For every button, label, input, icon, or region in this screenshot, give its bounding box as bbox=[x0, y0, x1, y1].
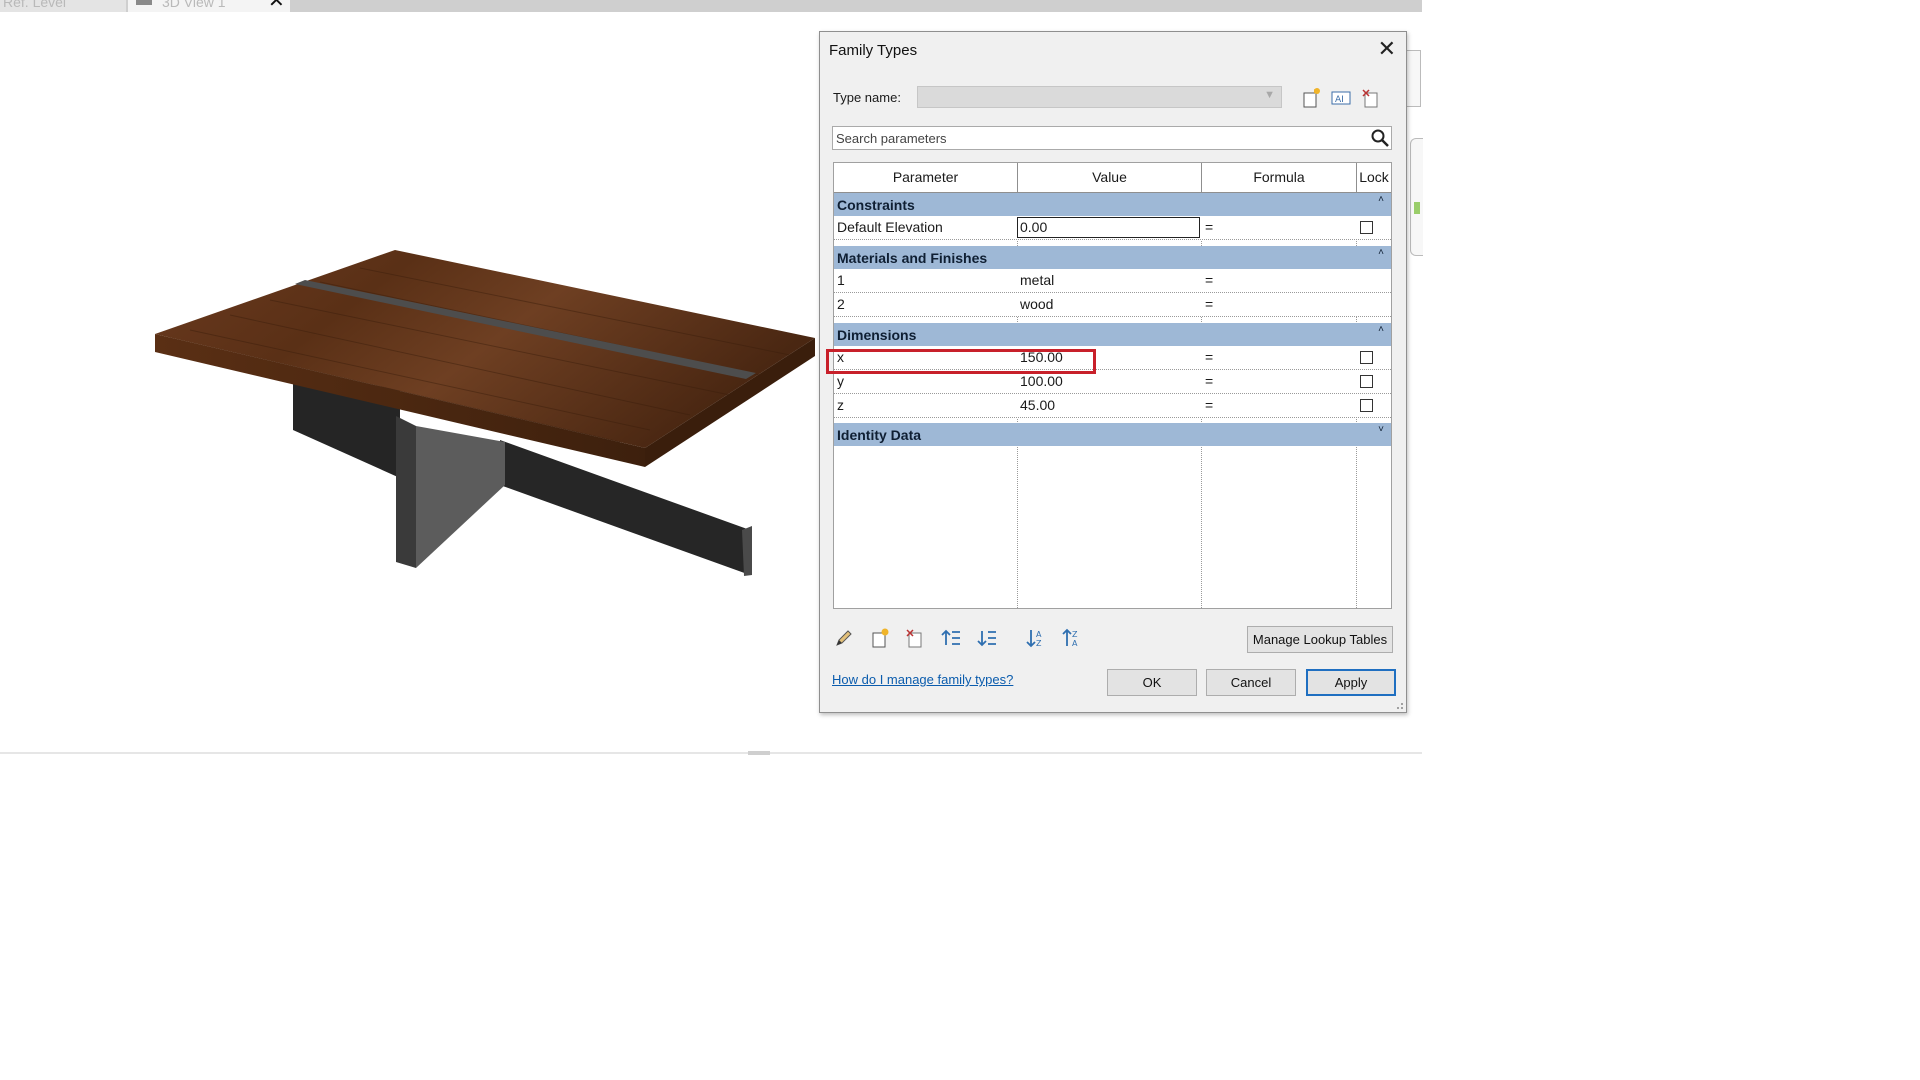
collapse-icon[interactable]: ˄ bbox=[1378, 247, 1384, 258]
tab-3d-view-1[interactable]: 3D View 1 bbox=[128, 0, 290, 12]
param-name: 1 bbox=[837, 272, 845, 288]
group-constraints[interactable]: Constraints ˄ bbox=[834, 193, 1391, 216]
view-cube-dock[interactable] bbox=[1406, 50, 1421, 107]
param-name: y bbox=[837, 373, 844, 389]
param-value[interactable]: 100.00 bbox=[1018, 370, 1200, 393]
move-up-icon[interactable] bbox=[940, 627, 962, 649]
viewport-bottom-border bbox=[0, 752, 1422, 754]
dialog-title: Family Types bbox=[829, 42, 918, 59]
group-label: Identity Data bbox=[837, 427, 922, 443]
search-icon[interactable] bbox=[1370, 128, 1390, 148]
svg-text:Z: Z bbox=[1072, 630, 1078, 639]
view-tab-strip: Ref. Level 3D View 1 ✕ bbox=[0, 0, 1422, 12]
lock-checkbox[interactable] bbox=[1360, 399, 1373, 412]
sort-ascending-icon[interactable]: A Z bbox=[1024, 627, 1046, 649]
param-row-material-1[interactable]: 1 metal = bbox=[834, 269, 1391, 293]
param-row-x[interactable]: x 150.00 = bbox=[834, 346, 1391, 370]
chevron-down-icon: ▼ bbox=[1264, 89, 1275, 101]
sort-descending-icon[interactable]: Z A bbox=[1060, 627, 1082, 649]
param-formula[interactable]: = bbox=[1203, 346, 1355, 369]
svg-text:A: A bbox=[1036, 630, 1042, 639]
param-value[interactable]: wood bbox=[1018, 293, 1200, 316]
group-label: Materials and Finishes bbox=[837, 250, 988, 266]
svg-text:Z: Z bbox=[1036, 639, 1042, 648]
param-value[interactable]: 0.00 bbox=[1018, 216, 1200, 239]
group-materials-and-finishes[interactable]: Materials and Finishes ˄ bbox=[834, 246, 1391, 269]
family-types-dialog: Family Types ✕ Type name: ▼ AI Parameter… bbox=[819, 31, 1407, 713]
svg-text:AI: AI bbox=[1335, 95, 1344, 105]
group-label: Dimensions bbox=[837, 327, 917, 343]
center-leg bbox=[396, 416, 416, 568]
cancel-button[interactable]: Cancel bbox=[1206, 669, 1296, 696]
type-name-label: Type name: bbox=[833, 90, 901, 105]
new-parameter-icon[interactable] bbox=[869, 627, 891, 649]
move-down-icon[interactable] bbox=[976, 627, 998, 649]
ok-button[interactable]: OK bbox=[1107, 669, 1197, 696]
type-name-dropdown[interactable]: ▼ bbox=[917, 86, 1282, 108]
param-formula[interactable]: = bbox=[1203, 293, 1355, 316]
param-row-y[interactable]: y 100.00 = bbox=[834, 370, 1391, 394]
param-formula[interactable]: = bbox=[1203, 370, 1355, 393]
grid-header: Parameter Value Formula Lock bbox=[834, 163, 1391, 193]
edit-parameter-icon[interactable] bbox=[833, 627, 855, 649]
column-header-lock[interactable]: Lock bbox=[1357, 163, 1391, 192]
param-row-material-2[interactable]: 2 wood = bbox=[834, 293, 1391, 317]
param-row-default-elevation[interactable]: Default Elevation 0.00 = bbox=[834, 216, 1391, 240]
group-label: Constraints bbox=[837, 197, 915, 213]
help-link[interactable]: How do I manage family types? bbox=[832, 672, 1013, 687]
center-leg-face bbox=[416, 426, 505, 568]
group-dimensions[interactable]: Dimensions ˄ bbox=[834, 323, 1391, 346]
lock-checkbox[interactable] bbox=[1360, 375, 1373, 388]
param-name: 2 bbox=[837, 296, 845, 312]
dialog-close-button[interactable]: ✕ bbox=[1378, 36, 1396, 62]
search-input[interactable] bbox=[833, 127, 1359, 149]
param-name: z bbox=[837, 397, 844, 413]
collapse-icon[interactable]: ˄ bbox=[1378, 324, 1384, 335]
search-parameters-box[interactable] bbox=[832, 126, 1392, 150]
column-header-value[interactable]: Value bbox=[1018, 163, 1202, 192]
column-header-formula[interactable]: Formula bbox=[1202, 163, 1357, 192]
param-value[interactable]: metal bbox=[1018, 269, 1200, 292]
tab-close-icon[interactable]: ✕ bbox=[268, 0, 285, 11]
param-formula[interactable]: = bbox=[1203, 269, 1355, 292]
viewport-scroll-thumb[interactable] bbox=[748, 751, 770, 755]
param-formula[interactable]: = bbox=[1203, 216, 1355, 239]
manage-lookup-tables-button[interactable]: Manage Lookup Tables bbox=[1247, 626, 1393, 653]
nav-wheel-icon[interactable] bbox=[1414, 202, 1420, 214]
delete-type-icon[interactable] bbox=[1360, 87, 1382, 109]
param-name: x bbox=[837, 349, 844, 365]
rename-type-icon[interactable]: AI bbox=[1330, 87, 1352, 109]
lock-checkbox[interactable] bbox=[1360, 221, 1373, 234]
tab-ref-level[interactable]: Ref. Level bbox=[0, 0, 126, 12]
3d-view-icon bbox=[136, 0, 152, 5]
delete-parameter-icon[interactable] bbox=[904, 627, 926, 649]
param-formula[interactable]: = bbox=[1203, 394, 1355, 417]
new-type-icon[interactable] bbox=[1300, 87, 1322, 109]
parameters-grid: Parameter Value Formula Lock Constraints… bbox=[833, 162, 1392, 609]
table-3d-model[interactable] bbox=[150, 230, 822, 580]
navigation-bar[interactable] bbox=[1410, 138, 1423, 256]
param-row-z[interactable]: z 45.00 = bbox=[834, 394, 1391, 418]
lock-checkbox[interactable] bbox=[1360, 351, 1373, 364]
resize-grip-icon[interactable] bbox=[1394, 700, 1404, 710]
collapse-icon[interactable]: ˄ bbox=[1378, 194, 1384, 205]
svg-text:A: A bbox=[1072, 639, 1078, 648]
group-identity-data[interactable]: Identity Data ˅ bbox=[834, 423, 1391, 446]
apply-button[interactable]: Apply bbox=[1306, 669, 1396, 696]
param-name: Default Elevation bbox=[837, 219, 943, 235]
expand-icon[interactable]: ˅ bbox=[1378, 424, 1384, 435]
column-header-parameter[interactable]: Parameter bbox=[834, 163, 1018, 192]
param-value[interactable]: 150.00 bbox=[1018, 346, 1200, 369]
param-value[interactable]: 45.00 bbox=[1018, 394, 1200, 417]
